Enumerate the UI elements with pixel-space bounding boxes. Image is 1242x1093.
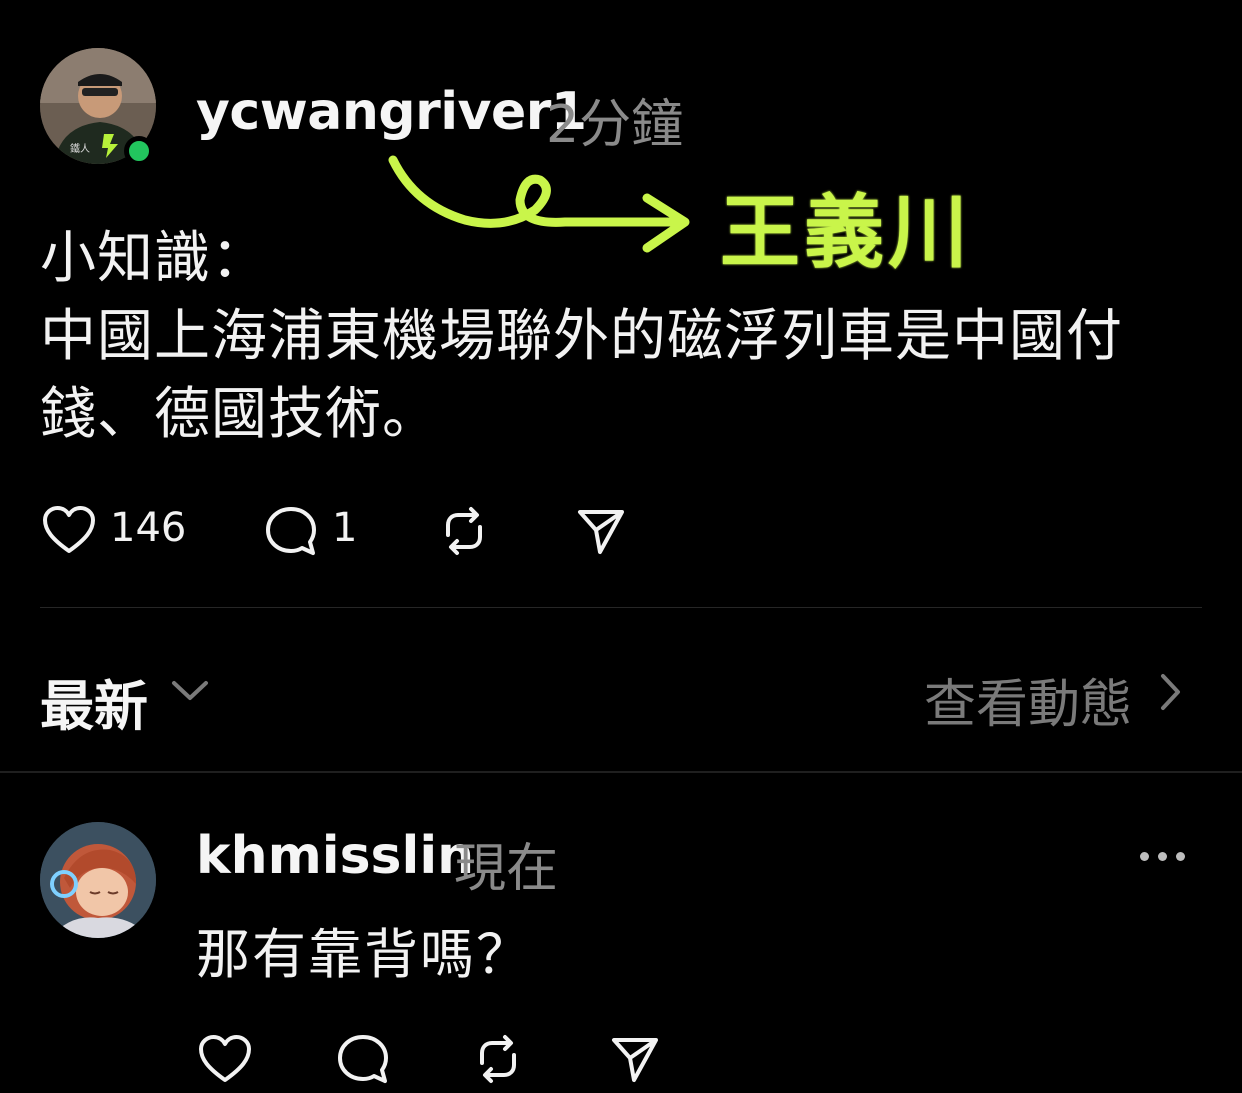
- online-status-dot: [124, 136, 154, 166]
- share-icon[interactable]: [610, 1034, 660, 1084]
- post-text-line: 錢、德國技術。: [40, 382, 439, 447]
- reply-avatar-image: [40, 822, 156, 938]
- share-icon[interactable]: [576, 506, 626, 556]
- reply-body: 那有靠背嗎？: [196, 923, 532, 986]
- divider: [40, 607, 1202, 608]
- repost-icon[interactable]: [472, 1033, 524, 1085]
- post-timestamp: 2分鐘: [546, 95, 684, 155]
- post-text-line: 小知識：: [40, 226, 268, 291]
- reply-timestamp: 現在: [454, 839, 559, 899]
- repost-icon[interactable]: [438, 505, 490, 557]
- view-activity-link[interactable]: 查看動態: [924, 662, 1132, 737]
- heart-icon[interactable]: [198, 1034, 252, 1084]
- like-count: 146: [110, 505, 187, 551]
- comment-count: 1: [332, 505, 358, 551]
- more-icon[interactable]: [1140, 846, 1194, 865]
- sort-dropdown-label[interactable]: 最新: [40, 662, 148, 741]
- post-username[interactable]: ycwangriver1: [196, 82, 587, 142]
- reply-avatar[interactable]: [40, 822, 156, 938]
- post-text-line: 中國上海浦東機場聯外的磁浮列車是中國付: [40, 304, 1123, 369]
- section-divider: [0, 771, 1242, 773]
- comment-icon[interactable]: [336, 1033, 390, 1085]
- chevron-down-icon[interactable]: [170, 678, 210, 708]
- reply-username[interactable]: khmisslin: [196, 826, 474, 886]
- heart-icon[interactable]: [42, 505, 96, 555]
- chevron-right-icon[interactable]: [1158, 672, 1184, 716]
- comment-icon[interactable]: [264, 505, 318, 557]
- avatar-badge-text: 鐵人: [70, 142, 90, 155]
- post-body: 小知識： 中國上海浦東機場聯外的磁浮列車是中國付 錢、德國技術。: [40, 220, 1210, 454]
